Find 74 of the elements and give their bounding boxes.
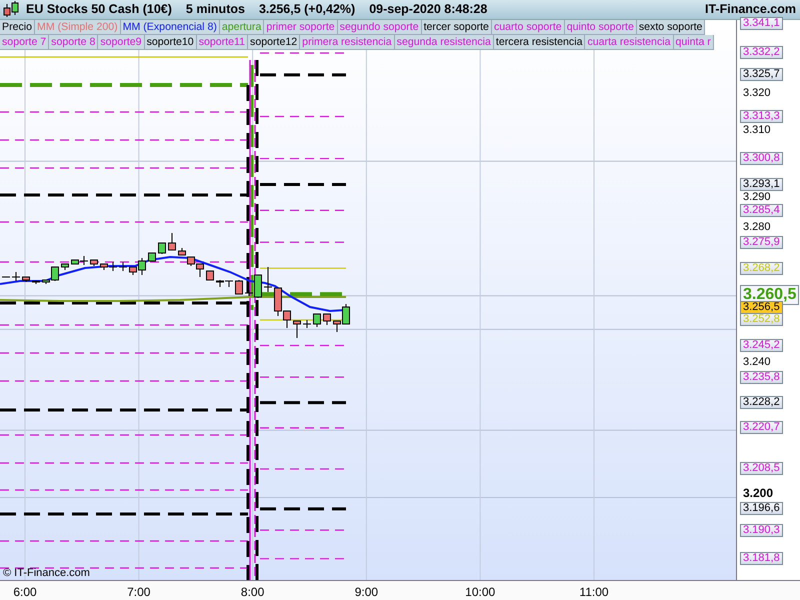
copyright-label: © IT-Finance.com [3,566,90,579]
candle [61,263,69,270]
axis-tick-label: 3.290 [743,192,771,204]
interval-label: 5 minutos [186,2,245,16]
legend-item[interactable]: quinta r [674,34,714,50]
axis-tick-label: 3.200 [743,487,774,500]
candle [293,320,301,338]
candle [302,319,312,328]
time-axis-label: 11:00 [578,584,610,599]
time-axis-label: 9:00 [354,584,380,599]
legend-item[interactable]: sexto soporte [636,20,706,35]
candle [22,276,30,282]
price-tag: 3.285,4 [740,204,783,217]
legend-item[interactable]: soporte 7 [0,34,50,50]
axis-tick-label: 3.320 [743,88,771,99]
price-tag: 3.341,1 [740,16,783,30]
candle [264,266,272,292]
price-tag: 3.208,5 [740,462,783,476]
legend-item[interactable]: primera resistencia [300,34,395,50]
price-tag: 3.235,8 [740,370,783,384]
price-tag: 3.275,9 [740,236,783,249]
candle [235,279,243,294]
price-tag: 3.196,6 [740,502,783,516]
brand-label: IT-Finance.com [705,2,796,16]
price-tag: 3.325,7 [740,68,783,82]
candle [323,313,331,326]
legend-item[interactable]: soporte10 [144,34,197,50]
time-axis-label: 7:00 [126,584,152,599]
candle [32,280,40,284]
time-axis-label: 6:00 [12,584,38,599]
price-tag: 3.252,8 [740,313,783,326]
legend-item[interactable]: cuarto soporte [492,20,565,35]
price-tag: 3.220,7 [740,421,783,434]
candle [206,270,214,280]
candle [108,261,118,272]
axis-tick-label: 3.240 [743,356,771,368]
legend-item[interactable]: primer soporte [264,20,338,35]
legend-item[interactable]: tercer soporte [422,20,492,35]
price-tag: 3.181,8 [740,552,783,566]
candle [168,232,176,250]
time-axis-label: 8:00 [240,584,266,599]
legend-item[interactable]: soporte12 [248,34,300,50]
price-tag: 3.313,3 [740,110,783,124]
legend-item[interactable]: MM (Simple 200) [35,20,121,35]
legend-item[interactable]: MM (Exponencial 8) [120,20,220,35]
axis-tick-label: 3.280 [743,222,771,234]
price-tag: 3.228,2 [740,396,783,410]
price-tag: 3.190,3 [740,524,783,537]
price-tag: 3.245,2 [740,339,783,352]
quote-label: 3.256,5 (+0,42%) [258,2,356,16]
legend-item[interactable]: soporte9 [98,34,145,50]
datetime-label: 09-sep-2020 8:48:28 [369,2,488,16]
price-tag: 3.268,2 [740,262,783,275]
legend-item[interactable]: Precio [0,20,36,35]
legend-item[interactable]: apertura [220,20,264,35]
candle [148,252,156,262]
price-tag: 3.293,1 [740,178,783,191]
price-tag: 3.300,8 [740,152,783,166]
candle [90,259,98,266]
legend-item[interactable]: tercera resistencia [494,34,586,50]
legend-item[interactable]: quinto soporte [564,20,637,35]
price-tag: 3.332,2 [740,46,783,60]
legend-item[interactable]: soporte11 [196,34,248,50]
legend-item[interactable]: segundo soporte [338,20,422,35]
time-axis-label: 10:00 [464,584,496,599]
axis-tick-label: 3.310 [743,125,771,136]
candle [158,242,166,254]
instrument-title: EU Stocks 50 Cash (10€) [26,2,172,16]
candle [313,313,321,328]
legend-item[interactable]: cuarta resistencia [585,34,674,50]
candlestick-icon [2,0,20,18]
legend-item[interactable]: soporte 8 [49,34,98,50]
legend-item[interactable]: segunda resistencia [394,34,494,50]
candle [118,261,128,272]
